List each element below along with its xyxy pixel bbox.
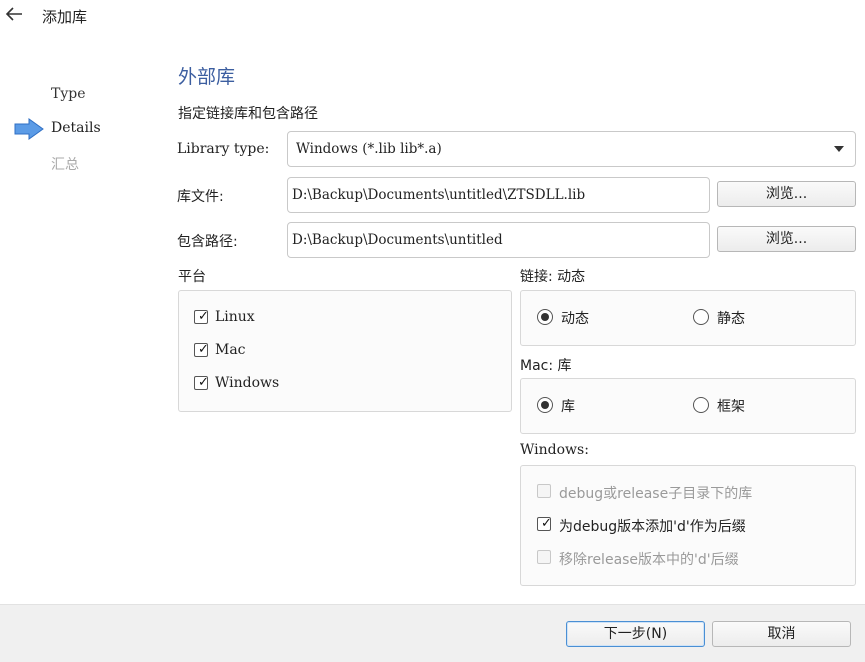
- mac-group-title: Mac: 库: [520, 358, 572, 374]
- framework-radio-label: 框架: [717, 399, 745, 415]
- windows-checkbox[interactable]: ✓: [194, 376, 209, 390]
- mac-label: Mac: [215, 342, 246, 358]
- linkage-group-title: 链接: 动态: [520, 269, 586, 285]
- next-button[interactable]: 下一步(N): [566, 621, 705, 647]
- step-summary: 汇总: [51, 157, 79, 173]
- add-d-suffix-label: 为debug版本添加'd'作为后缀: [559, 519, 746, 535]
- static-radio[interactable]: [693, 309, 709, 325]
- remove-d-suffix-checkbox: [537, 550, 551, 564]
- remove-d-suffix-label: 移除release版本中的'd'后缀: [559, 552, 739, 568]
- windows-group-title: Windows:: [520, 442, 589, 458]
- library-file-input[interactable]: D:\Backup\Documents\untitled\ZTSDLL.lib: [287, 177, 710, 213]
- linux-label: Linux: [215, 309, 255, 325]
- library-type-label: Library type:: [177, 141, 270, 157]
- static-label: 静态: [717, 311, 745, 327]
- chevron-down-icon: [834, 146, 844, 152]
- library-radio[interactable]: [537, 397, 553, 413]
- subdir-library-label: debug或release子目录下的库: [559, 486, 753, 502]
- window-title: 添加库: [42, 8, 88, 26]
- browse-include-path-button[interactable]: 浏览...: [717, 226, 856, 252]
- browse-library-file-button[interactable]: 浏览...: [717, 181, 856, 207]
- current-step-arrow-icon: [14, 118, 44, 140]
- dynamic-radio[interactable]: [537, 309, 553, 325]
- linkage-groupbox: 动态 静态: [520, 290, 856, 346]
- include-path-input[interactable]: D:\Backup\Documents\untitled: [287, 222, 710, 258]
- arrow-left-icon: [5, 7, 22, 21]
- back-button[interactable]: [2, 2, 26, 26]
- library-type-select[interactable]: Windows (*.lib lib*.a): [287, 131, 856, 167]
- linux-checkbox[interactable]: ✓: [194, 310, 209, 324]
- windows-label: Windows: [215, 375, 280, 391]
- subdir-library-checkbox: [537, 484, 551, 498]
- page-title: 外部库: [178, 66, 236, 88]
- cancel-button[interactable]: 取消: [712, 621, 851, 647]
- add-d-suffix-checkbox[interactable]: ✓: [537, 517, 552, 531]
- library-radio-label: 库: [561, 399, 575, 415]
- platform-groupbox: ✓ Linux ✓ Mac ✓ Windows: [178, 290, 512, 412]
- library-file-label: 库文件:: [177, 189, 224, 205]
- page-subtitle: 指定链接库和包含路径: [178, 106, 318, 122]
- windows-groupbox: debug或release子目录下的库 ✓ 为debug版本添加'd'作为后缀 …: [520, 465, 856, 586]
- step-details: Details: [51, 120, 101, 136]
- mac-groupbox: 库 框架: [520, 378, 856, 434]
- include-path-value: D:\Backup\Documents\untitled: [292, 232, 503, 248]
- include-path-label: 包含路径:: [177, 234, 238, 250]
- library-file-value: D:\Backup\Documents\untitled\ZTSDLL.lib: [292, 187, 586, 203]
- mac-checkbox[interactable]: ✓: [194, 343, 209, 357]
- step-type: Type: [51, 86, 86, 102]
- library-type-value: Windows (*.lib lib*.a): [296, 141, 442, 157]
- dynamic-label: 动态: [561, 311, 589, 327]
- framework-radio[interactable]: [693, 397, 709, 413]
- platform-group-title: 平台: [178, 269, 206, 285]
